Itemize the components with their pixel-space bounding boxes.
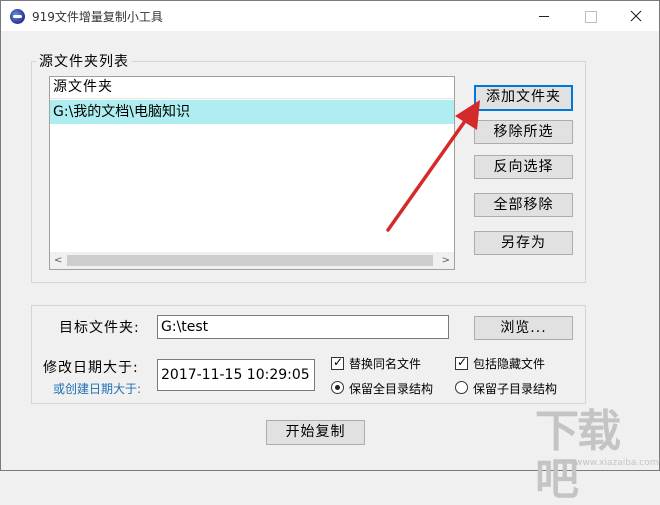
annotation-arrow [386,100,480,232]
scrollbar-thumb[interactable] [67,255,433,266]
app-icon [10,9,25,24]
title-bar: 919文件增量复制小工具 [1,1,659,31]
scroll-right-icon[interactable]: > [442,255,450,266]
include-hidden-checkbox[interactable] [455,355,468,370]
created-date-label: 或创建日期大于: [53,382,142,396]
date-input[interactable]: 2017-11-15 10:29:05 [157,359,315,391]
replace-same-name-checkbox[interactable] [331,355,344,370]
minimize-button[interactable] [521,1,567,31]
keep-full-structure-radio[interactable] [331,381,344,394]
replace-same-name-label[interactable]: 替换同名文件 [349,355,421,372]
keep-sub-structure-label[interactable]: 保留子目录结构 [473,380,557,397]
close-button[interactable] [613,1,659,31]
maximize-button[interactable] [567,1,613,31]
watermark-logo: 下载吧 www.xiazaiba.com [535,408,659,504]
keep-full-structure-label[interactable]: 保留全目录结构 [349,380,433,397]
window-title: 919文件增量复制小工具 [32,10,163,24]
modified-date-label: 修改日期大于: [43,360,139,376]
start-copy-button[interactable]: 开始复制 [266,420,365,445]
watermark-text: 下载吧 [535,406,621,505]
include-hidden-label[interactable]: 包括隐藏文件 [473,355,545,372]
horizontal-scrollbar[interactable]: < > [50,252,454,269]
browse-button[interactable]: 浏览... [474,316,573,340]
close-icon [630,10,642,22]
target-folder-label: 目标文件夹: [59,320,140,336]
scroll-left-icon[interactable]: < [54,255,62,266]
source-group-legend: 源文件夹列表 [36,51,132,71]
target-folder-input[interactable]: G:\test [157,315,449,339]
keep-sub-structure-radio[interactable] [455,381,468,394]
watermark-url: www.xiazaiba.com [575,458,659,468]
